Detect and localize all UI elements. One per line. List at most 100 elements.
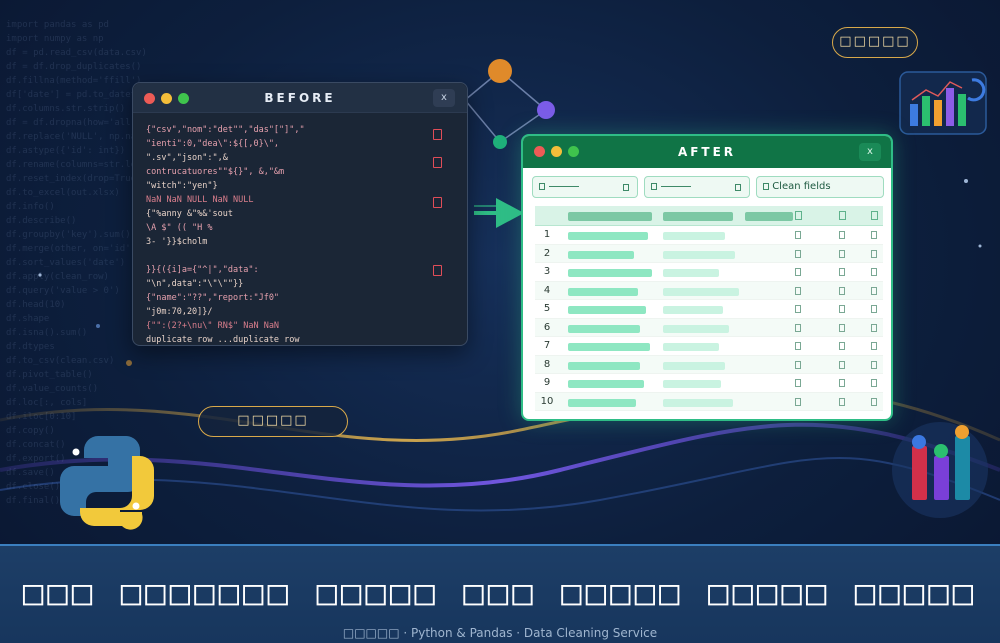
cell-value	[663, 250, 735, 259]
error-marker-icon	[433, 157, 442, 168]
row-number: 5	[543, 303, 551, 314]
before-title: BEFORE	[264, 91, 336, 105]
row-checkbox-icon[interactable]	[871, 397, 877, 406]
column-toggle-icon[interactable]	[795, 211, 802, 220]
row-checkbox-icon[interactable]	[871, 268, 877, 276]
bar-chart-icon	[899, 71, 987, 135]
column-toggle-icon[interactable]	[871, 211, 878, 220]
footer-headline: □□□ □□□□□□□ □□□□□ □□□ □□□□□ □□□□□ □□□□□	[22, 573, 978, 613]
filter-field-2[interactable]	[644, 176, 750, 198]
row-checkbox-icon[interactable]	[839, 268, 845, 276]
row-checkbox-icon[interactable]	[795, 268, 801, 276]
code-line: duplicate row ...duplicate row	[146, 335, 300, 345]
row-checkbox-icon[interactable]	[795, 379, 801, 387]
cell-value	[663, 380, 721, 388]
row-checkbox-icon[interactable]	[839, 249, 845, 258]
column-toggle-icon[interactable]	[839, 211, 846, 220]
column-header[interactable]	[568, 212, 652, 221]
top-right-badge: □□□□□	[832, 27, 918, 58]
before-titlebar: BEFORE x	[133, 83, 467, 113]
code-line: {"%anny &"%&'sout	[146, 209, 233, 219]
table-row[interactable]: 3	[535, 263, 883, 282]
row-checkbox-icon[interactable]	[839, 305, 845, 313]
row-checkbox-icon[interactable]	[795, 323, 801, 332]
table-body: 1 2 3 4 5 6 7 8 9 10	[535, 226, 883, 411]
row-checkbox-icon[interactable]	[839, 323, 845, 332]
row-number: 9	[543, 377, 551, 388]
row-checkbox-icon[interactable]	[871, 360, 877, 369]
code-line: NaN NaN NULL NaN NULL	[146, 195, 254, 205]
code-line: \A $" (( "H %	[146, 223, 213, 233]
left-badge: □□□□□	[198, 406, 348, 437]
row-number: 2	[543, 247, 551, 259]
row-checkbox-icon[interactable]	[839, 379, 845, 387]
after-close-button[interactable]: x	[859, 143, 881, 161]
cell-value	[568, 250, 634, 259]
row-checkbox-icon[interactable]	[839, 286, 845, 295]
row-checkbox-icon[interactable]	[795, 342, 801, 350]
code-line: "ienti":0,"dea\":${[,0}\",	[146, 139, 280, 149]
cell-value	[568, 380, 644, 388]
row-number: 6	[543, 321, 551, 333]
code-line: {"":(2?+\nu\" RN$" NaN NaN	[146, 321, 280, 331]
row-checkbox-icon[interactable]	[871, 286, 877, 295]
clean-fields-button[interactable]: Clean fields	[756, 176, 884, 198]
row-number: 1	[543, 229, 551, 240]
row-checkbox-icon[interactable]	[871, 249, 877, 258]
row-checkbox-icon[interactable]	[871, 379, 877, 387]
column-header[interactable]	[663, 212, 733, 221]
table-row[interactable]: 1	[535, 226, 883, 245]
cell-value	[663, 269, 719, 277]
row-checkbox-icon[interactable]	[795, 249, 801, 258]
error-marker-icon	[433, 265, 442, 276]
cell-value	[568, 361, 640, 370]
row-checkbox-icon[interactable]	[839, 397, 845, 406]
filter-field-1[interactable]	[532, 176, 638, 198]
footer-subline: □□□□□ · Python & Pandas · Data Cleaning …	[342, 626, 658, 640]
row-checkbox-icon[interactable]	[795, 360, 801, 369]
table-row[interactable]: 6	[535, 318, 883, 337]
cell-value	[663, 232, 725, 240]
row-number: 3	[543, 266, 551, 277]
table-row[interactable]: 7	[535, 337, 883, 356]
row-checkbox-icon[interactable]	[839, 360, 845, 369]
cell-value	[568, 287, 638, 296]
chevron-down-icon	[735, 184, 741, 191]
table-row[interactable]: 5	[535, 300, 883, 319]
before-window: BEFORE x {"csv","nom":"det"","das"["]","…	[132, 82, 468, 346]
row-checkbox-icon[interactable]	[795, 397, 801, 406]
row-checkbox-icon[interactable]	[871, 342, 877, 350]
row-checkbox-icon[interactable]	[839, 231, 845, 239]
row-checkbox-icon[interactable]	[795, 231, 801, 239]
footer-banner: □□□ □□□□□□□ □□□□□ □□□ □□□□□ □□□□□ □□□□□ …	[0, 544, 1000, 643]
row-checkbox-icon[interactable]	[871, 231, 877, 239]
row-checkbox-icon[interactable]	[871, 323, 877, 332]
table-row[interactable]: 2	[535, 244, 883, 263]
code-line: {"name":"??","report:"Jf0"	[146, 293, 280, 303]
table-header	[535, 206, 883, 226]
cell-value	[568, 343, 650, 351]
cell-value	[568, 269, 652, 277]
cell-value	[568, 306, 646, 314]
code-line: {"csv","nom":"det"","das"["]","	[146, 125, 305, 135]
messy-code-block: {"csv","nom":"det"","das"["]"," "ienti":…	[146, 123, 416, 347]
table-row[interactable]: 4	[535, 281, 883, 300]
error-marker-icon	[433, 197, 442, 208]
table-row[interactable]: 8	[535, 355, 883, 374]
row-checkbox-icon[interactable]	[795, 305, 801, 313]
cell-value	[568, 398, 636, 407]
code-line: contrucatuores""${}", &,"&m	[146, 167, 285, 177]
row-checkbox-icon[interactable]	[795, 286, 801, 295]
table-row[interactable]: 9	[535, 374, 883, 393]
table-row[interactable]: 10	[535, 392, 883, 411]
code-line: ".sv","json":",&	[146, 153, 228, 163]
row-checkbox-icon[interactable]	[871, 305, 877, 313]
code-line: "witch":"yen"}	[146, 181, 218, 191]
row-number: 10	[540, 395, 554, 407]
before-close-button[interactable]: x	[433, 89, 455, 107]
cell-value	[568, 324, 640, 333]
row-checkbox-icon[interactable]	[839, 342, 845, 350]
row-number: 8	[543, 358, 551, 370]
column-header[interactable]	[745, 212, 793, 221]
